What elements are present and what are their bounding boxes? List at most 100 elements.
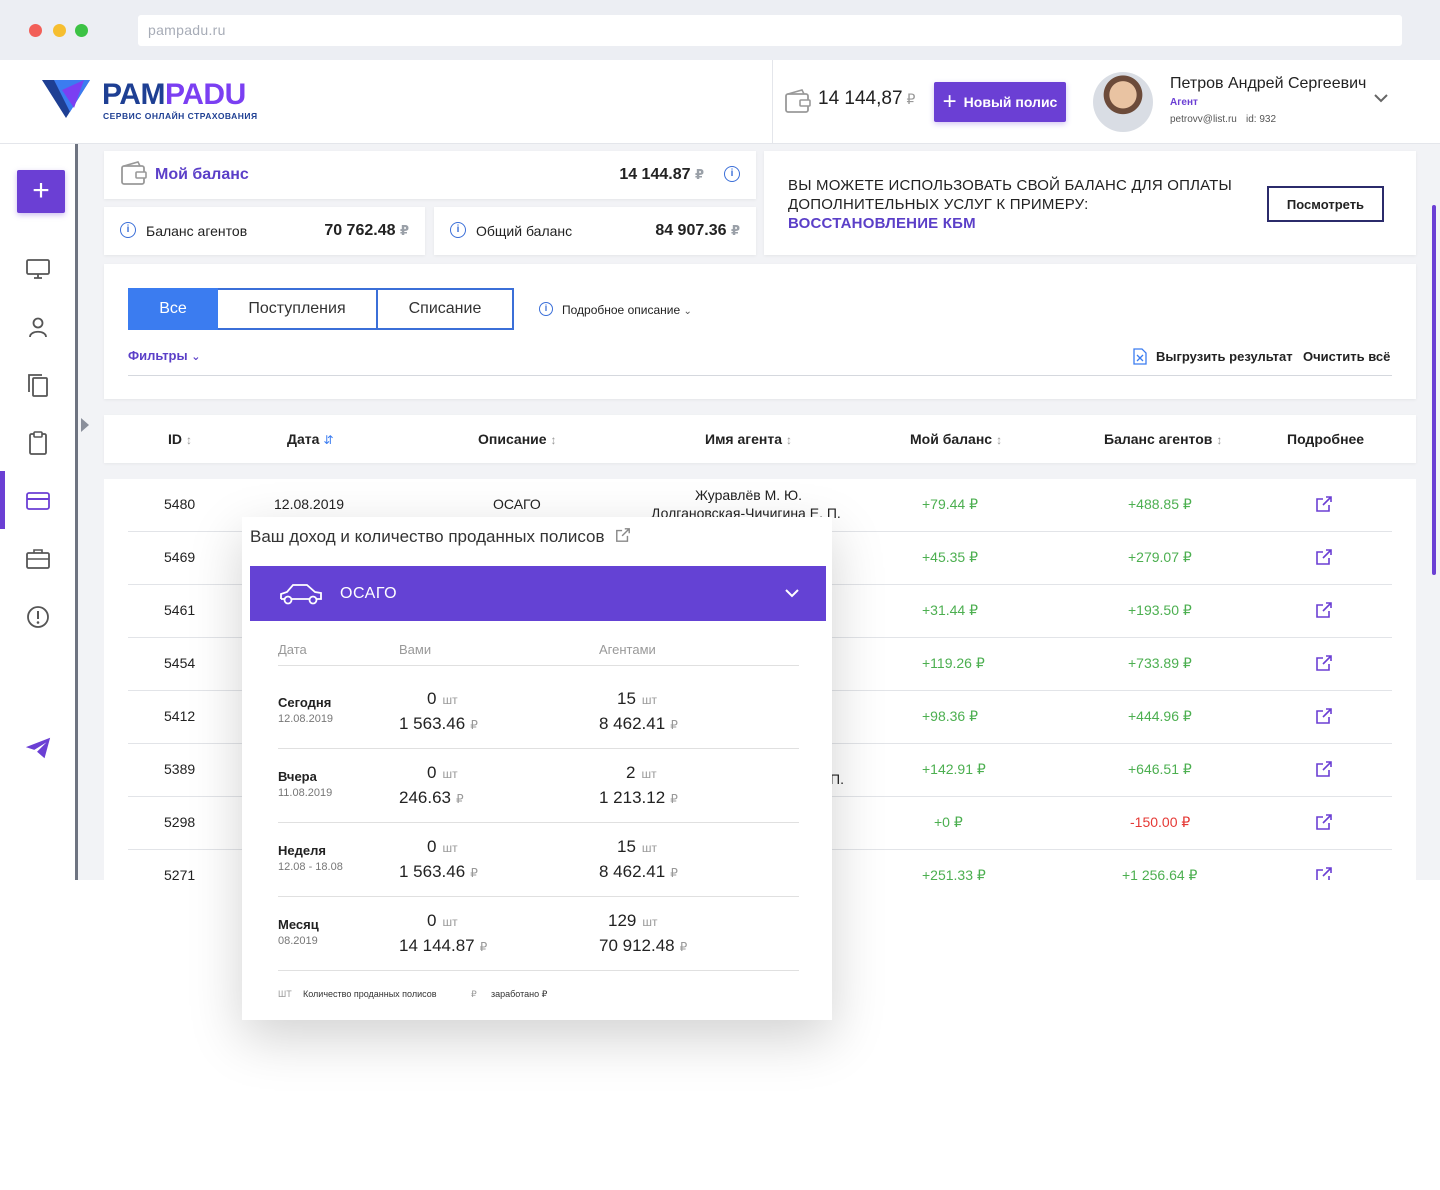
product-label: ОСАГО [340,584,398,602]
external-link-icon[interactable] [1315,495,1333,513]
row-agents-balance: +646.51 ₽ [1128,761,1192,777]
new-policy-label: Новый полис [963,94,1058,110]
column-header-description[interactable]: Описание ↕ [478,431,557,447]
header-divider [772,60,773,144]
sort-icon: ↕ [996,433,1003,447]
filters-toggle[interactable]: Фильтры ⌄ [128,348,200,363]
column-header-agents-balance[interactable]: Баланс агентов ↕ [1104,431,1222,447]
wallet-icon [121,161,147,185]
address-bar[interactable]: pampadu.ru [138,15,1402,46]
chevron-down-icon[interactable] [1372,92,1390,104]
table-header: ID ↕ Дата ⇵ Описание ↕ Имя агента ↕ Мой бала… [104,415,1416,463]
briefcase-icon[interactable] [24,545,52,573]
avatar[interactable] [1093,72,1153,132]
my-balance-label: Мой баланс [155,166,249,183]
you-sum: 1 563.46 ₽ [399,714,478,733]
my-balance-card: Мой баланс 14 144.87 ₽ i [104,151,756,199]
total-balance-card: i Общий баланс 84 907.36 ₽ [434,207,756,255]
sidebar-add-button[interactable]: + [17,170,65,213]
row-my-balance: +98.36 ₽ [922,708,979,724]
excel-icon[interactable] [1133,348,1147,365]
total-balance-value: 84 907.36 [655,222,727,239]
popup-divider [278,748,799,749]
popup-col-agents: Агентами [599,642,656,657]
column-header-id[interactable]: ID ↕ [168,431,192,447]
chevron-down-icon: ⌄ [683,306,692,317]
row-agent: П. [830,771,844,787]
maximize-window-button[interactable] [75,24,88,37]
row-my-balance: +79.44 ₽ [922,496,979,512]
info-icon[interactable]: i [120,222,136,238]
row-id: 5461 [164,602,196,618]
period-date: 12.08.2019 [278,713,334,725]
promo-text-line2: ДОПОЛНИТЕЛЬНЫХ УСЛУГ К ПРИМЕРУ: [788,196,1089,213]
copy-icon[interactable] [24,371,52,399]
total-balance-label: Общий баланс [476,223,573,239]
column-header-details: Подробнее [1287,431,1365,447]
detailed-description-label: Подробное описание [562,303,681,317]
logo-text-pam: PAM [102,78,165,111]
external-link-icon[interactable] [1315,654,1333,672]
browser-chrome: pampadu.ru [0,0,1440,60]
income-popup: Ваш доход и количество проданных полисов… [242,517,832,1020]
card-icon[interactable] [24,487,52,515]
scrollbar[interactable] [1432,205,1436,575]
row-date: 12.08.2019 [274,496,345,512]
minimize-window-button[interactable] [53,24,66,37]
popup-col-date: Дата [278,642,307,657]
view-button[interactable]: Посмотреть [1267,186,1384,222]
sort-icon: ⇵ [323,433,334,447]
period-date: 12.08 - 18.08 [278,861,343,873]
logo-icon [42,80,90,118]
agents-balance-label: Баланс агентов [146,223,248,239]
external-link-icon[interactable] [1315,813,1333,831]
telegram-icon[interactable] [24,734,52,762]
popup-divider [278,665,799,666]
info-icon: i [539,302,553,316]
detailed-description-toggle[interactable]: Подробное описание ⌄ [562,303,692,317]
promo-link[interactable]: ВОССТАНОВЛЕНИЕ КБМ [788,214,1232,233]
you-sum: 1 563.46 ₽ [399,862,478,881]
tab-income[interactable]: Поступления [218,288,378,330]
alert-icon[interactable] [24,603,52,631]
period-label: Месяц [278,917,319,932]
row-id: 5298 [164,814,196,830]
popup-title: Ваш доход и количество проданных полисов [250,527,605,546]
new-policy-button[interactable]: + Новый полис [934,82,1066,122]
external-link-icon[interactable] [1315,760,1333,778]
legend-unit-symbol: ШТ [278,989,292,999]
column-header-date[interactable]: Дата ⇵ [287,431,333,447]
sidebar: + [0,144,78,880]
sort-icon: ↕ [1216,433,1223,447]
logo-text-padu: PADU [164,78,246,111]
external-link-icon[interactable] [1315,601,1333,619]
tab-expense[interactable]: Списание [378,288,514,330]
user-name: Петров Андрей Сергеевич [1170,75,1367,92]
agents-balance-value: 70 762.48 [324,222,396,239]
wallet-icon [785,89,811,113]
clear-all-button[interactable]: Очистить всё [1303,349,1390,364]
product-selector[interactable]: ОСАГО [250,566,826,621]
external-link-icon[interactable] [1315,548,1333,566]
car-icon [280,583,322,604]
filter-divider [128,375,1392,376]
row-my-balance: +119.26 ₽ [922,655,985,671]
user-icon[interactable] [24,313,52,341]
external-link-icon[interactable] [1315,866,1333,880]
sidebar-collapse-arrow-icon[interactable] [81,418,89,432]
external-link-icon[interactable] [615,527,631,543]
tab-all[interactable]: Все [128,288,218,330]
column-header-agent[interactable]: Имя агента ↕ [705,431,792,447]
agents-balance-currency: ₽ [399,223,409,238]
info-icon[interactable]: i [724,166,740,182]
export-button[interactable]: Выгрузить результат [1156,349,1293,364]
info-icon[interactable]: i [450,222,466,238]
agents-sum: 70 912.48 ₽ [599,936,688,955]
clipboard-icon[interactable] [24,429,52,457]
external-link-icon[interactable] [1315,707,1333,725]
close-window-button[interactable] [29,24,42,37]
monitor-icon[interactable] [24,255,52,283]
row-id: 5271 [164,867,196,880]
legend-unit-text: Количество проданных полисов [303,989,437,999]
column-header-my-balance[interactable]: Мой баланс ↕ [910,431,1002,447]
